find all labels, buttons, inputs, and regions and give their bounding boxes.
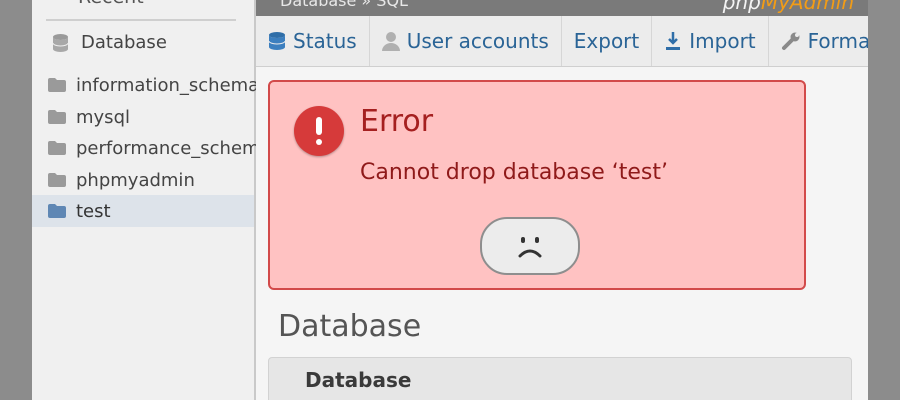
tab-formats[interactable]: Forma xyxy=(769,16,868,66)
tab-label: Forma xyxy=(807,29,868,53)
databases-panel: Database xyxy=(268,357,852,400)
error-title: Error xyxy=(360,104,434,139)
recent-tab[interactable]: Recent xyxy=(78,0,144,8)
sidebar-database-header[interactable]: Database xyxy=(52,32,167,53)
wrench-icon xyxy=(781,31,801,51)
import-icon xyxy=(664,31,682,51)
page-title: Database xyxy=(278,309,422,344)
user-icon xyxy=(381,31,400,51)
error-icon xyxy=(294,106,344,156)
sidebar-item-performance-schema[interactable]: performance_schema xyxy=(32,132,271,164)
tab-user-accounts[interactable]: User accounts xyxy=(370,16,562,66)
sidebar-database-label: Database xyxy=(81,32,167,53)
tab-label: Status xyxy=(293,29,357,53)
sidebar-item-phpmyadmin[interactable]: phpmyadmin xyxy=(32,164,254,196)
sidebar-item-label: information_schema xyxy=(76,74,260,96)
navigation-sidebar: Recent Database information_schema mysql… xyxy=(32,0,271,400)
tab-status[interactable]: Status xyxy=(256,16,370,66)
main-content: Error Cannot drop database ‘test’ Databa… xyxy=(256,67,868,400)
database-icon xyxy=(52,33,69,52)
folder-icon xyxy=(48,141,66,155)
sad-face-icon xyxy=(518,237,542,258)
phpmyadmin-window: Recent Database information_schema mysql… xyxy=(32,0,868,400)
panel-title: Database xyxy=(305,368,412,392)
tab-import[interactable]: Import xyxy=(652,16,769,66)
tab-label: User accounts xyxy=(406,29,549,53)
folder-icon xyxy=(48,78,66,92)
sidebar-item-mysql[interactable]: mysql xyxy=(32,101,254,133)
sidebar-item-label: performance_schema xyxy=(76,137,271,159)
sidebar-item-test[interactable]: test xyxy=(32,195,254,227)
tab-label: Export xyxy=(573,29,640,53)
error-message: Cannot drop database ‘test’ xyxy=(360,160,668,185)
sidebar-item-label: phpmyadmin xyxy=(76,169,195,191)
error-message-box: Error Cannot drop database ‘test’ xyxy=(268,80,806,290)
main-tabs: Status User accounts Export Import Forma xyxy=(256,16,868,67)
folder-icon xyxy=(48,173,66,187)
top-breadcrumb-bar: Database » SQL phpMyAdmin xyxy=(256,0,868,16)
sidebar-divider xyxy=(46,19,236,21)
folder-icon xyxy=(48,110,66,124)
breadcrumb[interactable]: Database » SQL xyxy=(280,0,408,10)
sidebar-item-label: test xyxy=(76,200,111,222)
folder-icon xyxy=(48,204,66,218)
tab-export[interactable]: Export xyxy=(562,16,653,66)
database-icon xyxy=(268,31,286,51)
tab-label: Import xyxy=(689,29,756,53)
sidebar-item-label: mysql xyxy=(76,106,130,128)
sad-face-button[interactable] xyxy=(480,217,580,275)
sidebar-item-information-schema[interactable]: information_schema xyxy=(32,69,259,101)
phpmyadmin-logo: phpMyAdmin xyxy=(722,0,854,14)
